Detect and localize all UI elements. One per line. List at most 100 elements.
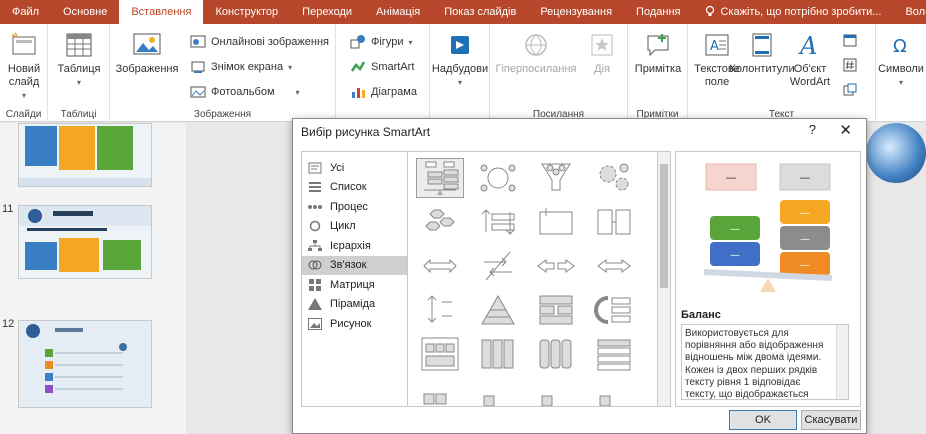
layout-column-blocks[interactable] (474, 334, 522, 374)
layout-counterbalance-arrows[interactable] (590, 246, 638, 286)
tab-review[interactable]: Рецензування (528, 0, 624, 24)
hyperlink-button[interactable]: Гіперпосилання (496, 30, 576, 76)
slide-thumbnail-10[interactable] (18, 123, 152, 187)
layout-opposing-arrows-horizontal[interactable] (416, 246, 464, 286)
action-button[interactable]: Дія (582, 30, 622, 76)
group-tables: Таблиця ▾ Таблиці (48, 24, 110, 122)
layout-pyramid-triangle[interactable] (474, 290, 522, 330)
picture-icon (132, 30, 162, 60)
user-name[interactable]: Волод (893, 0, 926, 24)
comment-label: Примітка (634, 63, 682, 75)
category-all[interactable]: Усі (302, 158, 407, 178)
category-label: Цикл (330, 220, 356, 233)
category-process[interactable]: Процес (302, 197, 407, 217)
category-pyramid[interactable]: Піраміда (302, 295, 407, 315)
layout-balance[interactable] (416, 158, 464, 198)
symbols-button[interactable]: Ω Символи ▾ (878, 30, 924, 89)
new-slide-button[interactable]: Новий слайд ▾ (4, 30, 44, 102)
slide-thumbnail-11[interactable] (18, 205, 152, 279)
category-relationship[interactable]: Зв'язок (302, 255, 407, 275)
lightbulb-icon (704, 5, 716, 20)
photo-album-label: Фотоальбом (211, 86, 275, 98)
close-button[interactable]: ✕ (839, 121, 852, 139)
layout-bracket[interactable] (590, 202, 638, 242)
shapes-icon (350, 34, 366, 50)
relationship-icon (308, 259, 322, 271)
layout-grouped-blocks[interactable] (416, 334, 464, 374)
header-footer-button[interactable]: Колонтитули (729, 30, 795, 76)
layout-partial-4[interactable] (590, 378, 638, 406)
help-button[interactable]: ? (809, 122, 816, 137)
chart-button[interactable]: Діаграма (350, 84, 417, 100)
group-text: A Текстове поле Колонтитули A Об'єкт Wor… (688, 24, 876, 122)
gallery-scroll-thumb[interactable] (660, 164, 668, 288)
object-button[interactable] (842, 82, 858, 98)
comment-button[interactable]: Примітка (632, 30, 684, 76)
wordart-button[interactable]: A Об'єкт WordArt (784, 30, 836, 89)
online-pictures-label: Онлайнові зображення (211, 36, 330, 48)
tab-home[interactable]: Основне (51, 0, 119, 24)
layout-circle-relationship[interactable] (474, 158, 522, 198)
hierarchy-icon (308, 239, 322, 252)
tab-view[interactable]: Подання (624, 0, 692, 24)
all-icon (308, 162, 322, 174)
tab-insert[interactable]: Вставлення (119, 0, 204, 24)
tell-me-box[interactable]: Скажіть, що потрібно зробити... (692, 0, 893, 24)
chevron-down-icon: ▾ (408, 37, 413, 47)
smartart-button[interactable]: SmartArt (350, 59, 414, 75)
chevron-down-icon: ▾ (288, 62, 293, 72)
slide-number-button[interactable] (842, 57, 858, 73)
layout-stacked-list[interactable] (532, 290, 580, 330)
slide-thumbnail-12[interactable] (18, 320, 152, 408)
table-label: Таблиця (57, 63, 101, 75)
layout-gears[interactable] (590, 158, 638, 198)
group-illustrations: Фігури ▾ SmartArt Діаграма (336, 24, 430, 122)
textbox-icon: A (702, 30, 732, 60)
tab-file[interactable]: Файл (0, 0, 51, 24)
calendar-icon (842, 32, 858, 48)
tell-me-text: Скажіть, що потрібно зробити... (720, 6, 882, 18)
category-picture[interactable]: Рисунок (302, 314, 407, 334)
layout-partial-1[interactable] (416, 378, 464, 406)
balance-preview-graphic: — — — — — — — (703, 163, 833, 292)
screenshot-button[interactable]: Знімок екрана ▾ (190, 59, 292, 75)
gallery-scrollbar[interactable] (657, 151, 671, 407)
description-scrollbar[interactable] (836, 325, 848, 399)
svg-text:A: A (798, 32, 817, 58)
layout-plus-minus[interactable] (532, 202, 580, 242)
shapes-button[interactable]: Фігури ▾ (350, 34, 412, 50)
category-matrix[interactable]: Матриця (302, 275, 407, 295)
category-cycle[interactable]: Цикл (302, 217, 407, 237)
category-hierarchy[interactable]: Ієрархія (302, 236, 407, 256)
online-pictures-button[interactable]: Онлайнові зображення (190, 34, 329, 50)
tab-transitions[interactable]: Переходи (290, 0, 364, 24)
date-time-button[interactable] (842, 32, 858, 48)
picture-icon (308, 317, 322, 330)
tab-design[interactable]: Конструктор (203, 0, 290, 24)
textbox-button[interactable]: A Текстове поле (692, 30, 742, 89)
layout-table-list[interactable] (590, 334, 638, 374)
tab-slideshow[interactable]: Показ слайдів (432, 0, 528, 24)
layout-arc-list[interactable] (590, 290, 638, 330)
pictures-button[interactable]: Зображення (116, 30, 178, 76)
photo-album-button[interactable]: Фотоальбом ▾ (190, 84, 300, 100)
tab-animations[interactable]: Анімація (364, 0, 432, 24)
layout-partial-2[interactable] (474, 378, 522, 406)
layout-rounded-columns[interactable] (532, 334, 580, 374)
cancel-button[interactable]: Скасувати (801, 410, 861, 430)
category-list-item[interactable]: Список (302, 178, 407, 198)
group-slides-label: Слайди (5, 109, 42, 120)
layout-vertical-arrows[interactable] (416, 290, 464, 330)
addins-button[interactable]: Надбудови ▾ (432, 30, 488, 89)
layout-converging-arrows[interactable] (532, 246, 580, 286)
smartart-label: SmartArt (371, 61, 415, 73)
layout-diverging-arrows[interactable] (474, 246, 522, 286)
ok-button[interactable]: OK (729, 410, 797, 430)
layout-opposing-arrows[interactable] (474, 202, 522, 242)
layout-hexagon-cluster[interactable] (416, 202, 464, 242)
layout-partial-3[interactable] (532, 378, 580, 406)
action-label: Дія (594, 63, 610, 75)
layout-funnel[interactable] (532, 158, 580, 198)
table-button[interactable]: Таблиця ▾ (56, 30, 102, 89)
chevron-down-icon: ▾ (76, 78, 81, 87)
